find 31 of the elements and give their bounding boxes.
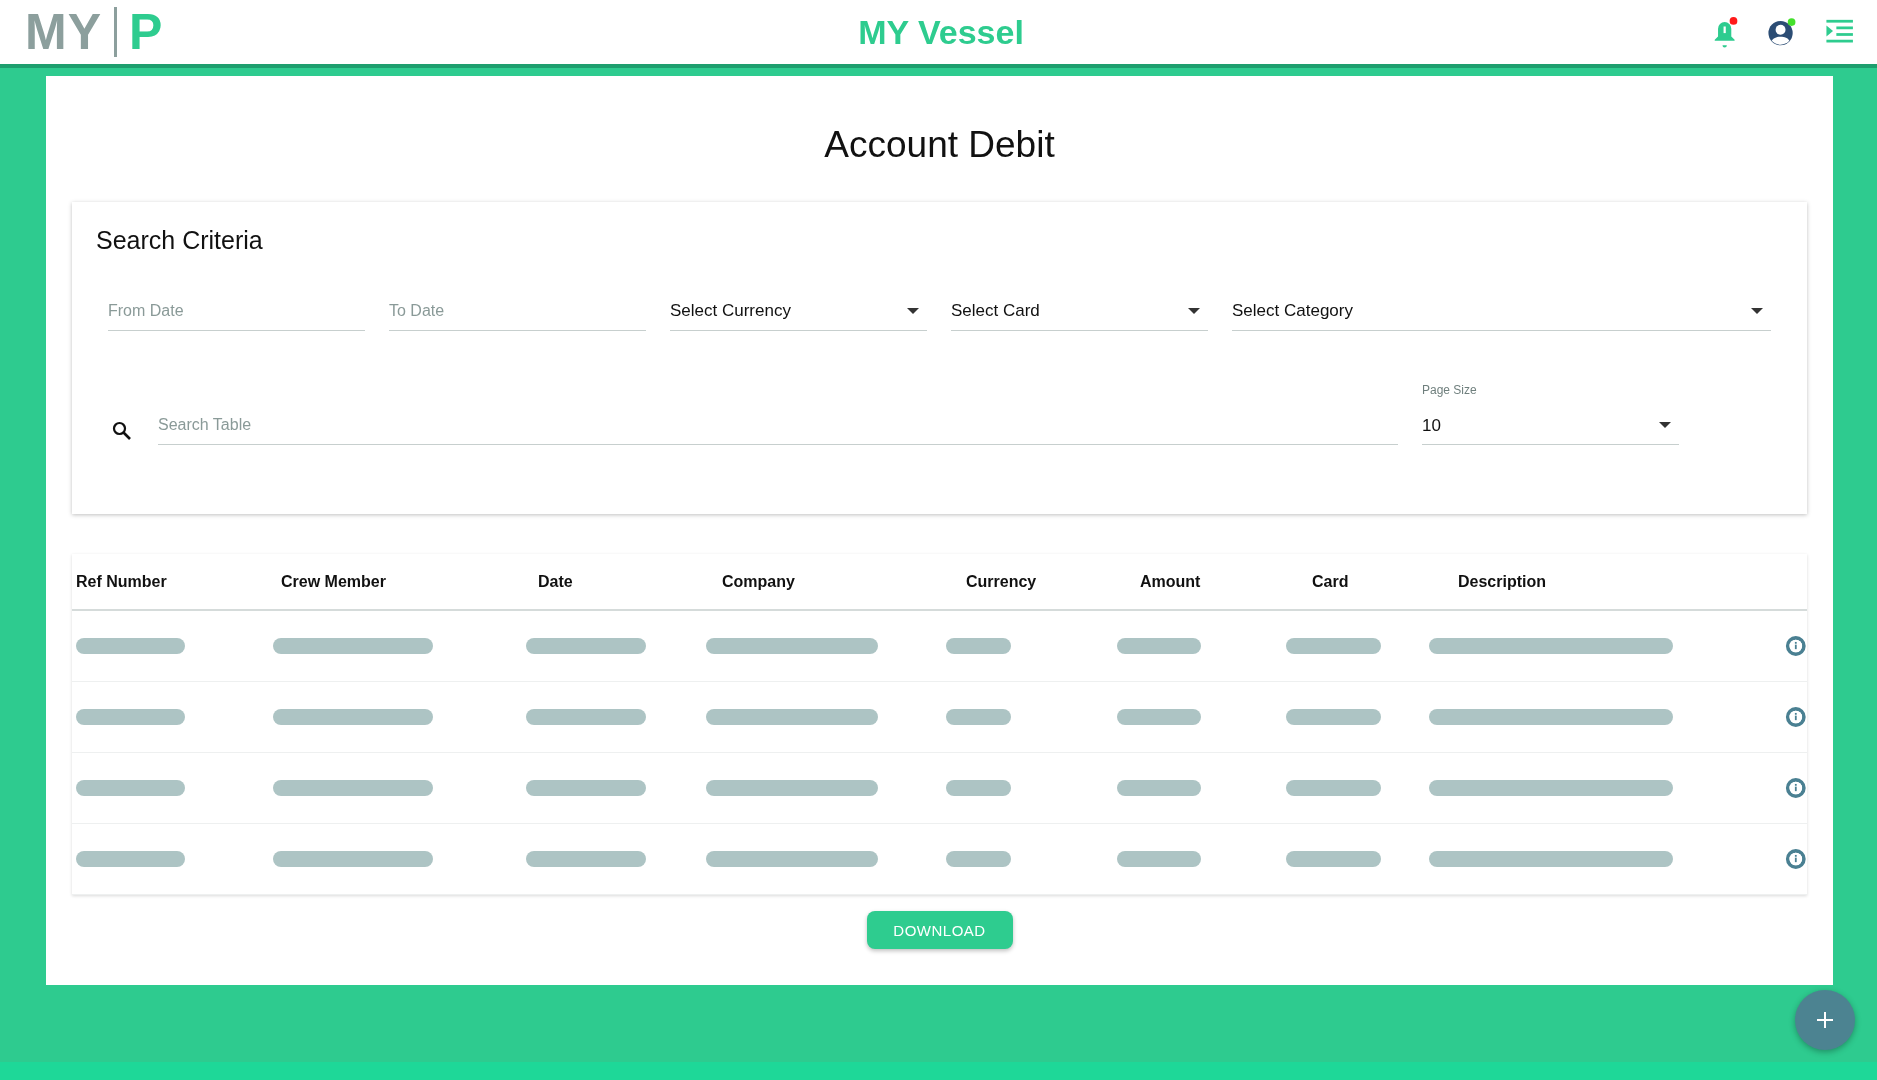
info-icon[interactable] <box>1785 635 1807 657</box>
column-header: Card <box>1312 572 1350 591</box>
logo-text: MY <box>25 3 102 61</box>
info-icon[interactable] <box>1785 777 1807 799</box>
column-header: Crew Member <box>281 572 387 591</box>
select-dropdown[interactable]: Select Category <box>1232 291 1771 331</box>
loading-placeholder <box>945 638 1011 654</box>
loading-placeholder <box>945 709 1011 725</box>
loading-placeholder <box>945 851 1011 867</box>
logo-divider <box>114 7 117 57</box>
caret-icon <box>907 308 919 314</box>
column-header: Ref Number <box>76 572 168 591</box>
page-size-dropdown[interactable]: Page Size 10 <box>1422 383 1679 445</box>
caret-icon <box>1751 308 1763 314</box>
app-title: MY Vessel <box>857 12 1025 52</box>
select-dropdown[interactable]: Select Currency <box>670 291 927 331</box>
select-dropdown[interactable]: Select Card <box>951 291 1208 331</box>
info-icon[interactable] <box>1785 706 1807 728</box>
info-icon[interactable] <box>1785 848 1807 870</box>
plus-icon <box>1815 1010 1835 1030</box>
logo-letter: P <box>129 3 163 61</box>
loading-placeholder <box>945 780 1011 796</box>
panel-title: Search Criteria <box>96 226 264 255</box>
page-title: Account Debit <box>823 124 1056 166</box>
caret-icon <box>1659 422 1671 428</box>
column-header: Company <box>722 572 796 591</box>
column-header: Currency <box>966 572 1038 591</box>
caret-icon <box>1188 308 1200 314</box>
column-header: Date <box>538 572 574 591</box>
column-header: Description <box>1458 572 1547 591</box>
column-header: Amount <box>1140 572 1202 591</box>
